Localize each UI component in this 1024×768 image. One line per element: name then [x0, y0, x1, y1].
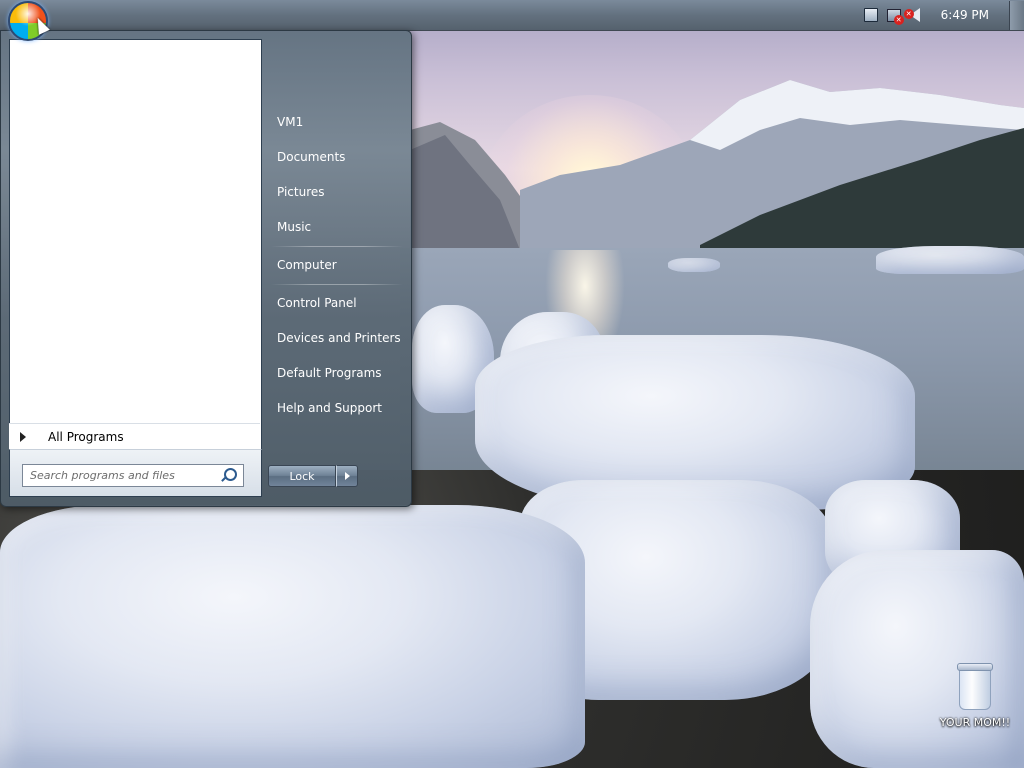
- start-item-pictures[interactable]: Pictures: [271, 177, 403, 207]
- menu-separator: [271, 284, 403, 285]
- wallpaper-ice: [810, 550, 1024, 768]
- start-search-area: [9, 449, 262, 497]
- start-item-control-panel[interactable]: Control Panel: [271, 288, 403, 318]
- action-center-flag-icon[interactable]: [863, 8, 878, 22]
- system-tray: 6:49 PM: [863, 0, 1024, 30]
- chevron-right-icon: [345, 472, 350, 480]
- all-programs-label: All Programs: [48, 430, 124, 444]
- start-item-music[interactable]: Music: [271, 212, 403, 242]
- volume-muted-icon[interactable]: [903, 8, 920, 22]
- power-button-group: Lock: [268, 465, 358, 487]
- start-item-default-programs[interactable]: Default Programs: [271, 358, 403, 388]
- start-item-help-and-support[interactable]: Help and Support: [271, 393, 403, 423]
- search-input[interactable]: [23, 468, 222, 483]
- search-icon[interactable]: [224, 468, 237, 481]
- start-search-box[interactable]: [22, 464, 244, 487]
- desktop-icon-label: YOUR MOM!!: [939, 716, 1011, 729]
- wallpaper-ice: [668, 258, 720, 272]
- start-menu-right-pane: VM1 Documents Pictures Music Computer Co…: [267, 31, 407, 506]
- recycle-bin-icon: [957, 663, 993, 710]
- all-programs-button[interactable]: All Programs: [9, 423, 260, 450]
- network-disconnected-icon[interactable]: [886, 8, 904, 25]
- start-item-computer[interactable]: Computer: [271, 250, 403, 280]
- start-item-user-folder[interactable]: VM1: [271, 107, 403, 137]
- start-item-documents[interactable]: Documents: [271, 142, 403, 172]
- start-menu-programs-list: [9, 39, 262, 449]
- wallpaper-ice: [0, 505, 585, 768]
- wallpaper-ice: [876, 246, 1024, 274]
- start-item-devices-and-printers[interactable]: Devices and Printers: [271, 323, 403, 353]
- desktop-icon-recycle-bin[interactable]: YOUR MOM!!: [935, 663, 1015, 729]
- taskbar-clock[interactable]: 6:49 PM: [941, 8, 989, 22]
- taskbar: 6:49 PM: [0, 0, 1024, 31]
- show-desktop-button[interactable]: [1009, 0, 1024, 30]
- shutdown-options-button[interactable]: [336, 465, 358, 487]
- menu-separator: [271, 246, 403, 247]
- lock-button[interactable]: Lock: [268, 465, 336, 487]
- expand-arrow-icon: [20, 432, 26, 442]
- start-menu: All Programs VM1 Documents Pictures Musi…: [0, 30, 412, 507]
